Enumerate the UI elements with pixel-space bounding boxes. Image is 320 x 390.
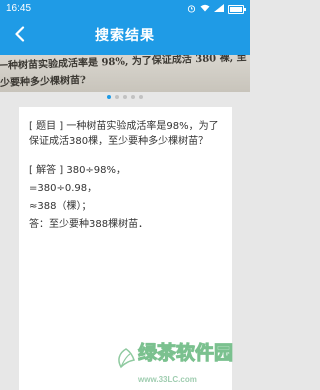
answer-card: [ 题目 ] 一种树苗实验成活率是98%，为了保证成活380棵，至少要种多少棵树…	[19, 107, 234, 390]
battery-icon	[228, 4, 246, 14]
question-photo[interactable]: 一种树苗实验成活率是 98%, 为了保证成活 380 裸, 至 少要种多少棵树苗…	[0, 55, 250, 92]
status-time: 16:45	[6, 3, 32, 14]
page-dot[interactable]	[115, 95, 119, 99]
watermark-name: 绿茶软件园	[137, 342, 234, 364]
wifi-icon	[200, 4, 210, 14]
status-icons	[187, 0, 246, 18]
solution-line: =380÷0.98，	[29, 183, 98, 194]
page-title: 搜索结果	[95, 28, 155, 44]
question-text: [ 题目 ] 一种树苗实验成活率是98%，为了保证成活380棵，至少要种多少棵树…	[29, 121, 219, 147]
page-indicator	[0, 95, 250, 101]
photo-text-line-1: 一种树苗实验成活率是 98%, 为了保证成活 380 裸, 至	[0, 55, 247, 72]
page-dot[interactable]	[131, 95, 135, 99]
page-dot[interactable]	[139, 95, 143, 99]
status-bar: 16:45	[0, 0, 250, 18]
photo-text-line-2: 少要种多少棵树苗?	[0, 75, 87, 89]
solution-block: [ 解答 ] 380÷98%， =380÷0.98， ≈388（棵）； 答：至少…	[29, 163, 224, 232]
page-dot[interactable]	[107, 95, 111, 99]
title-bar: 搜索结果	[0, 18, 250, 55]
solution-line: ≈388（棵）；	[29, 201, 92, 212]
solution-line: 答：至少要种388棵树苗．	[29, 219, 149, 230]
alarm-icon	[187, 4, 196, 15]
signal-icon	[214, 4, 224, 14]
watermark: 绿茶软件园 www.33LC.com	[116, 343, 234, 384]
page-dot[interactable]	[123, 95, 127, 99]
battery-fill	[230, 6, 242, 12]
solution-line: [ 解答 ] 380÷98%，	[29, 165, 127, 176]
watermark-logo-icon	[116, 348, 136, 375]
watermark-url: www.33LC.com	[138, 375, 197, 384]
